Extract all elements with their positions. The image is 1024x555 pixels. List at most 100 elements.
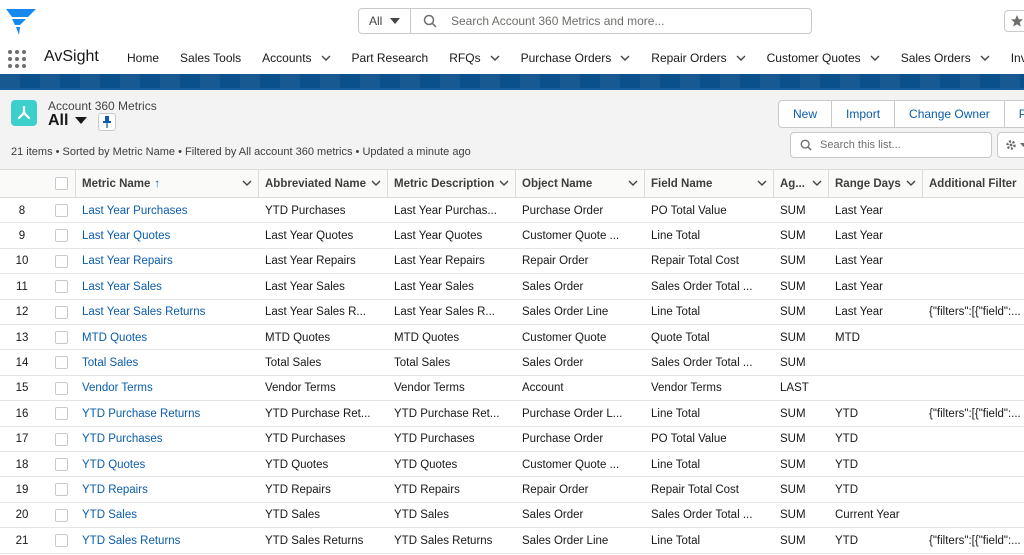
table-cell: Last Year Sales — [265, 280, 345, 293]
column-header-object-name[interactable]: Object Name — [516, 170, 645, 198]
metric-name-link[interactable]: Last Year Sales Returns — [76, 300, 259, 325]
nav-item-repair-orders[interactable]: Repair Orders — [651, 51, 746, 65]
table-row[interactable]: 12 Last Year Sales Returns Last Year Sales… — [0, 299, 1024, 325]
row-checkbox[interactable] — [55, 280, 68, 294]
metric-name-link[interactable]: YTD Sales — [76, 503, 259, 528]
table-row[interactable]: 11 Last Year Sales Last Year Sales Last Yea… — [0, 274, 1024, 300]
column-header-metric-name[interactable]: Metric Name ↑ — [76, 170, 259, 198]
table-cell: Last Year — [835, 280, 883, 293]
table-row[interactable]: 18 YTD Quotes YTD Quotes YTD Quotes Customer… — [0, 452, 1024, 478]
nav-item-home[interactable]: Home — [127, 51, 159, 65]
list-view-header: Account 360 Metrics All 21 items • Sorte… — [0, 90, 1024, 170]
table-cell: Repair Order — [522, 255, 589, 268]
nav-item-sales-tools[interactable]: Sales Tools — [180, 51, 241, 65]
list-search[interactable]: Search this list... — [790, 132, 992, 158]
column-header-field-name[interactable]: Field Name — [645, 170, 774, 198]
metric-name-link[interactable]: MTD Quotes — [76, 325, 259, 350]
table-cell: Sales Order — [522, 356, 584, 369]
row-checkbox[interactable] — [55, 229, 68, 243]
table-row[interactable]: 20 YTD Sales YTD Sales YTD Sales Sales Order… — [0, 502, 1024, 529]
metric-name-link[interactable]: Last Year Repairs — [76, 249, 259, 274]
metric-name-link[interactable]: Last Year Quotes — [76, 223, 259, 248]
table-row[interactable]: 13 MTD Quotes MTD Quotes MTD Quotes Customer… — [0, 325, 1024, 351]
search-icon — [423, 14, 437, 28]
row-number: 11 — [16, 280, 28, 293]
column-header-additional-filter[interactable]: Additional Filter — [923, 170, 1024, 198]
table-cell — [923, 249, 1024, 274]
table-row[interactable]: 17 YTD Purchases YTD Purchases YTD Purchase… — [0, 426, 1024, 452]
metric-name-link[interactable]: YTD Quotes — [76, 452, 259, 477]
column-header-range-days[interactable]: Range Days — [829, 170, 923, 198]
row-checkbox[interactable] — [55, 432, 68, 446]
table-row[interactable]: 19 YTD Repairs YTD Repairs YTD Repairs Repai… — [0, 477, 1024, 503]
row-checkbox[interactable] — [55, 508, 68, 522]
table-row[interactable]: 15 Vendor Terms Vendor Terms Vendor Terms Ac… — [0, 375, 1024, 402]
table-cell: MTD — [835, 331, 860, 344]
table-cell: {"filters":[{"field":... — [929, 407, 1021, 420]
app-logo-icon[interactable] — [4, 6, 38, 36]
new-button[interactable]: New — [778, 100, 833, 128]
row-checkbox[interactable] — [55, 331, 68, 344]
nav-item-label: Customer Quotes — [766, 51, 861, 65]
table-cell: YTD Repairs — [265, 483, 331, 496]
table-cell — [923, 477, 1024, 502]
waffle-icon[interactable] — [8, 50, 26, 68]
metric-name-link[interactable]: YTD Purchase Returns — [76, 401, 259, 426]
table-row[interactable]: 8 Last Year Purchases YTD Purchases Last Ye… — [0, 198, 1024, 224]
table-row[interactable]: 9 Last Year Quotes Last Year Quotes Last Ye… — [0, 223, 1024, 249]
favorites-button[interactable] — [1004, 10, 1024, 32]
nav-item-inventory[interactable]: Inventory — [1011, 51, 1024, 65]
column-header-abbreviated-name[interactable]: Abbreviated Name — [259, 170, 388, 198]
app-name: AvSight — [44, 48, 99, 65]
pr-button[interactable]: Pr — [1004, 100, 1024, 128]
metric-name-link[interactable]: YTD Repairs — [76, 477, 259, 502]
nav-item-rfqs[interactable]: RFQs — [449, 51, 500, 65]
chevron-down-icon — [75, 117, 88, 124]
table-cell: Customer Quote ... — [522, 458, 620, 471]
row-checkbox[interactable] — [55, 204, 68, 217]
nav-item-customer-quotes[interactable]: Customer Quotes — [767, 51, 880, 65]
pin-list-view-button[interactable] — [98, 113, 116, 131]
change-owner-button[interactable]: Change Owner — [895, 100, 1005, 128]
list-meta-info: 21 items • Sorted by Metric Name • Filte… — [11, 146, 471, 158]
row-checkbox[interactable] — [55, 356, 68, 370]
table-row[interactable]: 21 YTD Sales Returns YTD Sales Returns YTD … — [0, 528, 1024, 554]
nav-item-label: Inventory — [1010, 51, 1024, 65]
global-search-input[interactable]: Search Account 360 Metrics and more... — [451, 14, 664, 28]
search-scope-label: All — [369, 14, 383, 28]
global-search[interactable]: All Search Account 360 Metrics and more.… — [358, 8, 812, 34]
column-header-ag[interactable]: Ag... — [774, 170, 829, 198]
row-checkbox[interactable] — [55, 407, 68, 421]
row-checkbox[interactable] — [55, 381, 68, 395]
table-cell: YTD — [835, 534, 858, 547]
table-row[interactable]: 14 Total Sales Total Sales Total Sales Sales… — [0, 350, 1024, 376]
row-checkbox[interactable] — [55, 534, 68, 548]
metric-name-link[interactable]: Vendor Terms — [76, 376, 259, 401]
list-view-selector[interactable]: All — [48, 112, 88, 130]
metric-name-link[interactable]: YTD Purchases — [76, 427, 259, 452]
row-checkbox[interactable] — [55, 254, 68, 268]
list-settings-button[interactable] — [997, 132, 1024, 158]
import-button[interactable]: Import — [832, 100, 896, 128]
table-row[interactable]: 10 Last Year Repairs Last Year Repairs Last… — [0, 248, 1024, 275]
chevron-down-icon — [812, 180, 822, 186]
select-all-checkbox[interactable] — [55, 177, 68, 190]
table-cell: YTD Purchase Ret... — [265, 407, 371, 420]
nav-item-part-research[interactable]: Part Research — [352, 51, 429, 65]
table-cell: YTD — [835, 407, 858, 420]
table-row[interactable]: 16 YTD Purchase Returns YTD Purchase Ret..… — [0, 401, 1024, 427]
metric-name-link[interactable]: Total Sales — [76, 350, 259, 375]
row-checkbox[interactable] — [55, 305, 68, 319]
column-header-metric-description[interactable]: Metric Description — [388, 170, 516, 198]
metric-name-link[interactable]: YTD Sales Returns — [76, 528, 259, 553]
metric-name-link[interactable]: Last Year Purchases — [76, 198, 259, 223]
metric-name-link[interactable]: Last Year Sales — [76, 274, 259, 299]
row-checkbox[interactable] — [55, 458, 68, 471]
list-search-input[interactable]: Search this list... — [820, 139, 901, 151]
nav-item-sales-orders[interactable]: Sales Orders — [901, 51, 990, 65]
nav-item-accounts[interactable]: Accounts — [262, 51, 331, 65]
column-header-label: Additional Filter — [929, 178, 1017, 190]
row-checkbox[interactable] — [55, 483, 68, 497]
search-scope-select[interactable]: All — [359, 9, 411, 33]
nav-item-purchase-orders[interactable]: Purchase Orders — [521, 51, 631, 65]
